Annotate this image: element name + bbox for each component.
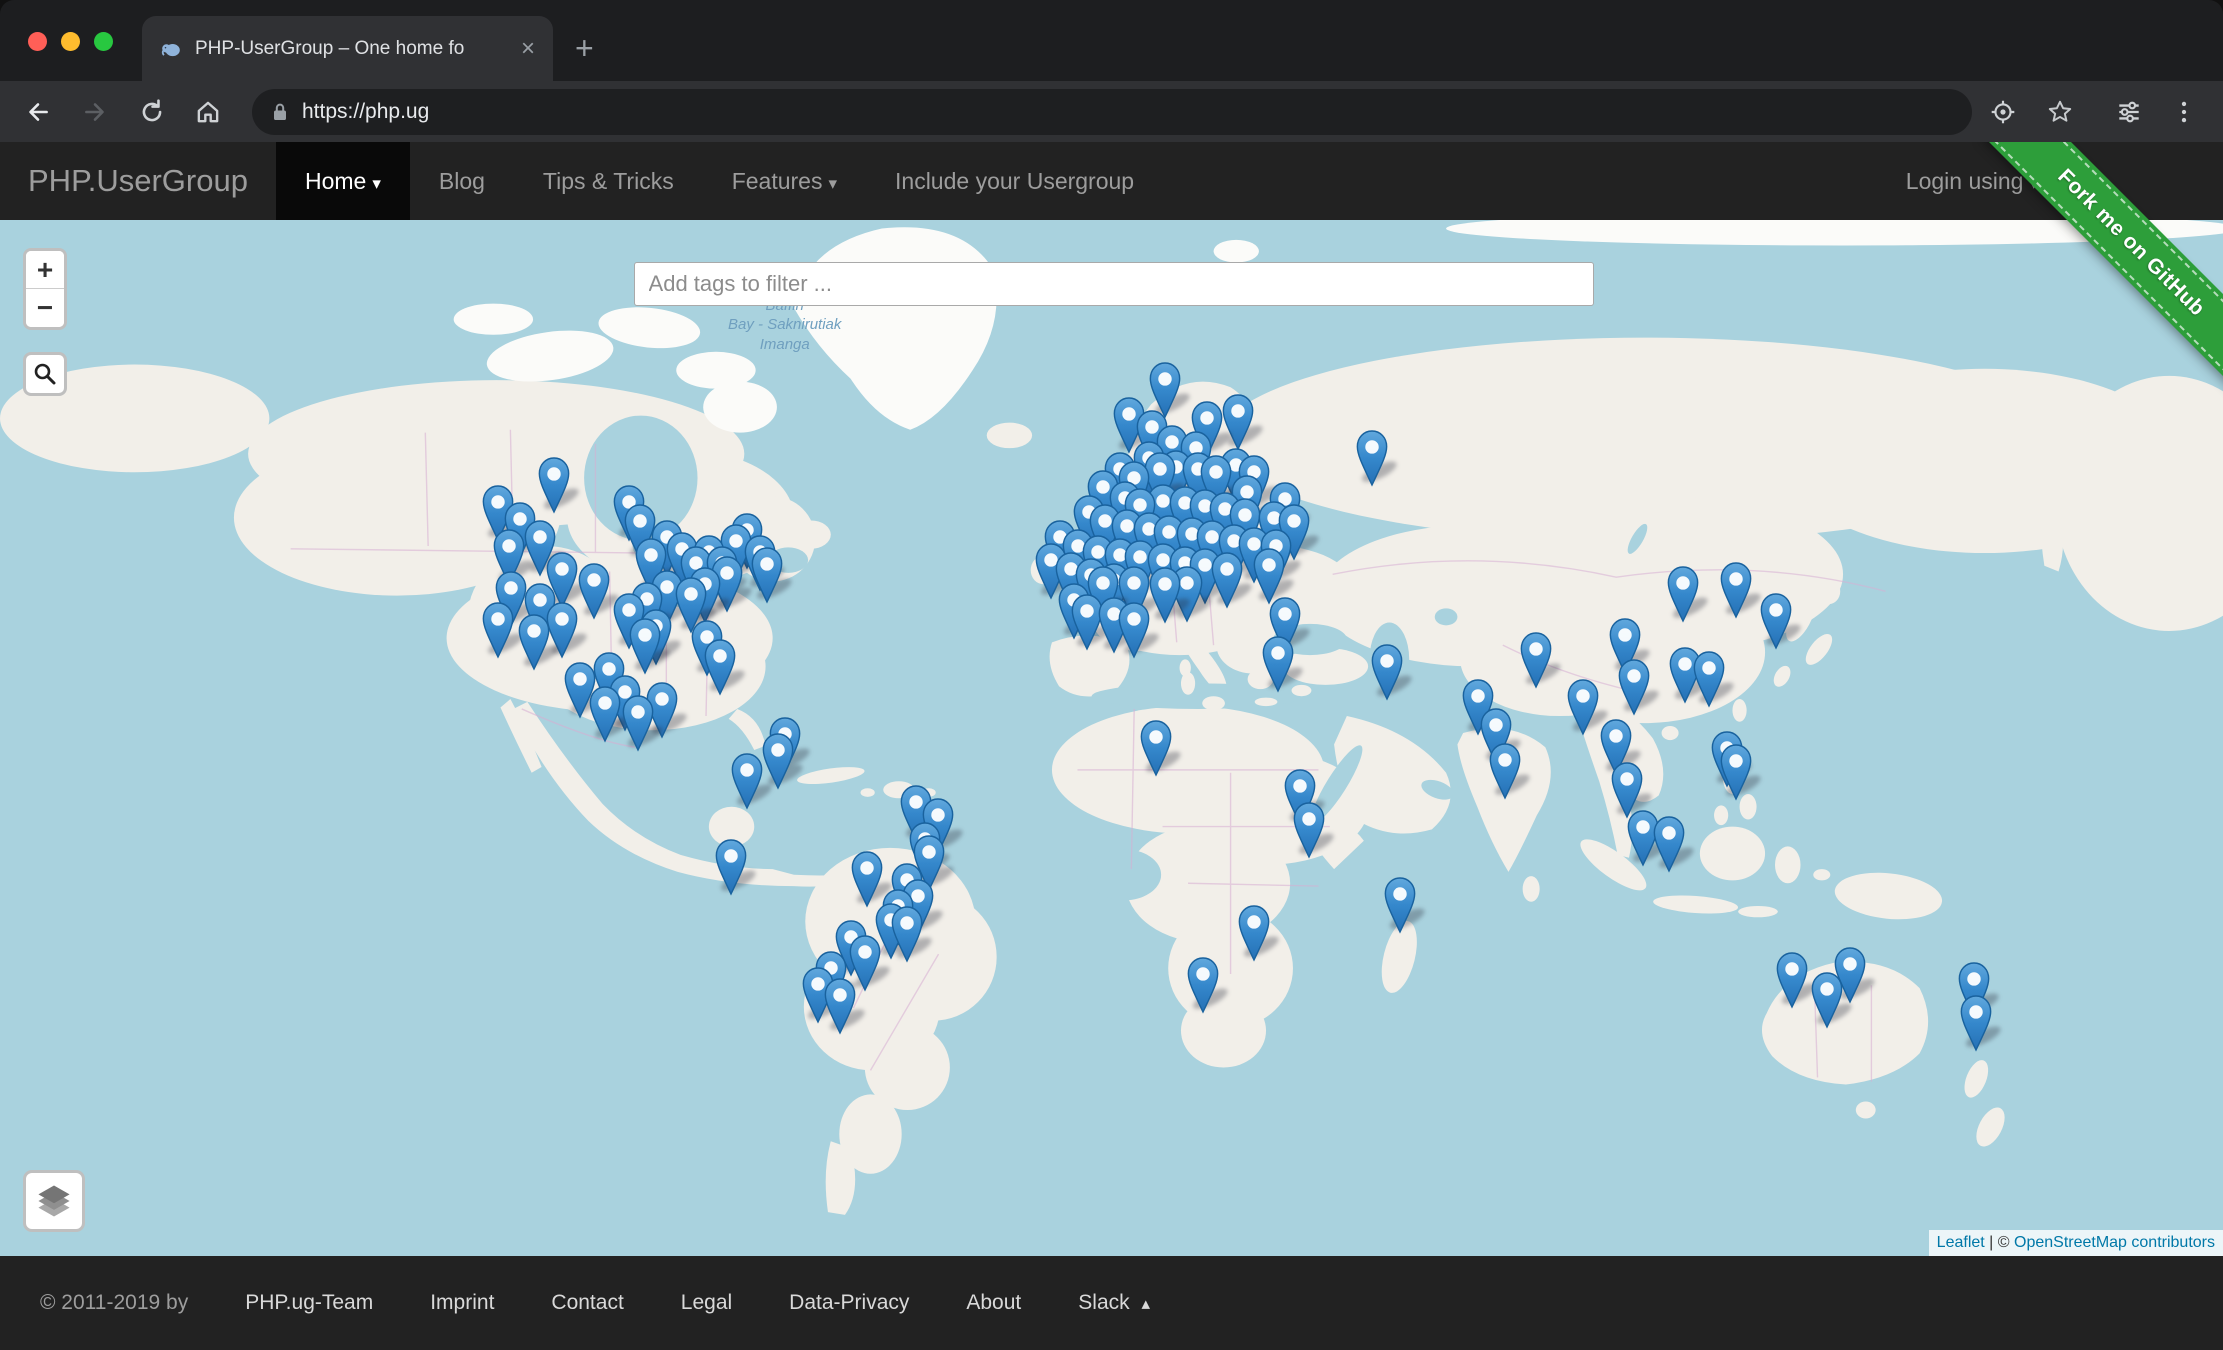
tab-favicon-elephant-icon bbox=[160, 38, 182, 60]
leaflet-link[interactable]: Leaflet bbox=[1937, 1234, 1985, 1251]
map-marker[interactable] bbox=[1354, 428, 1390, 488]
footer-link-contact[interactable]: Contact bbox=[551, 1291, 623, 1315]
map-marker[interactable] bbox=[516, 612, 552, 672]
map-marker[interactable] bbox=[1209, 550, 1245, 610]
chevron-down-icon: ▾ bbox=[372, 174, 381, 193]
browser-tab[interactable]: PHP-UserGroup – One home fo × bbox=[142, 16, 553, 81]
map-marker[interactable] bbox=[1260, 634, 1296, 694]
site-navbar: PHP.UserGroup Home▾ Blog Tips & Tricks F… bbox=[0, 142, 2223, 220]
map-marker[interactable] bbox=[1809, 970, 1845, 1030]
search-icon bbox=[32, 361, 58, 387]
nav-item-blog[interactable]: Blog bbox=[410, 142, 514, 220]
footer-link-data-privacy[interactable]: Data-Privacy bbox=[789, 1291, 909, 1315]
map-marker[interactable] bbox=[749, 545, 785, 605]
map-marker[interactable] bbox=[822, 976, 858, 1036]
site-footer: © 2011-2019 by PHP.ug-Team Imprint Conta… bbox=[0, 1256, 2223, 1350]
fullscreen-window-button[interactable] bbox=[94, 32, 113, 51]
map-canvas[interactable]: Baffin Bay - Saknirutiak Imanga + − Leaf… bbox=[0, 220, 2223, 1256]
layers-control-button[interactable] bbox=[23, 1170, 85, 1232]
map-marker[interactable] bbox=[620, 693, 656, 753]
footer-link-team[interactable]: PHP.ug-Team bbox=[245, 1291, 373, 1315]
map-marker[interactable] bbox=[587, 684, 623, 744]
copyright-text: © 2011-2019 by bbox=[40, 1291, 188, 1315]
nav-item-home[interactable]: Home▾ bbox=[276, 142, 410, 220]
map-marker[interactable] bbox=[1147, 565, 1183, 625]
traffic-lights bbox=[28, 32, 113, 51]
map-marker[interactable] bbox=[1382, 875, 1418, 935]
tab-close-icon[interactable]: × bbox=[521, 37, 535, 61]
close-window-button[interactable] bbox=[28, 32, 47, 51]
map-marker[interactable] bbox=[1138, 718, 1174, 778]
map-marker[interactable] bbox=[713, 837, 749, 897]
nav-item-features[interactable]: Features▾ bbox=[703, 142, 866, 220]
reload-icon[interactable] bbox=[138, 98, 166, 126]
map-marker[interactable] bbox=[1369, 642, 1405, 702]
map-marker[interactable] bbox=[889, 904, 925, 964]
forward-icon[interactable] bbox=[81, 98, 109, 126]
map-marker[interactable] bbox=[576, 561, 612, 621]
tune-sliders-icon[interactable] bbox=[2115, 98, 2143, 126]
address-bar[interactable]: https://php.ug bbox=[252, 89, 1972, 135]
footer-link-legal[interactable]: Legal bbox=[681, 1291, 732, 1315]
browser-toolbar: https://php.ug bbox=[0, 81, 2223, 142]
tab-strip: PHP-UserGroup – One home fo × + bbox=[0, 0, 2223, 81]
map-marker[interactable] bbox=[729, 751, 765, 811]
map-marker[interactable] bbox=[1758, 591, 1794, 651]
map-marker[interactable] bbox=[1691, 649, 1727, 709]
map-marker[interactable] bbox=[702, 637, 738, 697]
map-marker[interactable] bbox=[1116, 600, 1152, 660]
chevron-down-icon: ▾ bbox=[828, 174, 837, 193]
brand[interactable]: PHP.UserGroup bbox=[0, 142, 276, 220]
osm-link[interactable]: OpenStreetMap contributors bbox=[2014, 1234, 2215, 1251]
nav-item-include-usergroup[interactable]: Include your Usergroup bbox=[866, 142, 1163, 220]
url-text: https://php.ug bbox=[302, 100, 429, 124]
marker-layer bbox=[0, 220, 2223, 1256]
map-marker[interactable] bbox=[1565, 677, 1601, 737]
zoom-out-button[interactable]: − bbox=[26, 289, 64, 327]
map-attribution: Leaflet | © OpenStreetMap contributors bbox=[1929, 1230, 2223, 1256]
map-search-button[interactable] bbox=[23, 352, 67, 396]
back-icon[interactable] bbox=[24, 98, 52, 126]
zoom-control: + − bbox=[23, 248, 67, 330]
map-marker[interactable] bbox=[1651, 814, 1687, 874]
footer-link-slack[interactable]: Slack ▴ bbox=[1078, 1291, 1150, 1315]
browser-window: PHP-UserGroup – One home fo × + https://… bbox=[0, 0, 2223, 1350]
zoom-in-button[interactable]: + bbox=[26, 251, 64, 289]
map-marker[interactable] bbox=[627, 616, 663, 676]
new-tab-button[interactable]: + bbox=[575, 32, 594, 64]
map-marker[interactable] bbox=[1616, 657, 1652, 717]
map-marker[interactable] bbox=[1487, 741, 1523, 801]
map-marker[interactable] bbox=[1718, 560, 1754, 620]
target-icon[interactable] bbox=[1989, 98, 2017, 126]
map-marker[interactable] bbox=[536, 455, 572, 515]
map-marker[interactable] bbox=[760, 731, 796, 791]
lock-icon bbox=[270, 101, 290, 123]
chevron-up-icon: ▴ bbox=[1141, 1294, 1150, 1313]
tag-filter-input[interactable] bbox=[634, 262, 1594, 306]
home-icon[interactable] bbox=[194, 98, 222, 126]
minimize-window-button[interactable] bbox=[61, 32, 80, 51]
map-marker[interactable] bbox=[1774, 950, 1810, 1010]
map-marker[interactable] bbox=[1958, 993, 1994, 1053]
kebab-menu-icon[interactable] bbox=[2170, 98, 2198, 126]
footer-link-imprint[interactable]: Imprint bbox=[430, 1291, 494, 1315]
map-marker[interactable] bbox=[1291, 800, 1327, 860]
map-marker[interactable] bbox=[1236, 903, 1272, 963]
map-marker[interactable] bbox=[1185, 955, 1221, 1015]
login-using-menu[interactable]: Login using▾ bbox=[1906, 142, 2038, 220]
map-marker[interactable] bbox=[1665, 564, 1701, 624]
map-marker[interactable] bbox=[1518, 630, 1554, 690]
footer-link-about[interactable]: About bbox=[966, 1291, 1021, 1315]
layers-icon bbox=[34, 1181, 74, 1221]
tab-title: PHP-UserGroup – One home fo bbox=[195, 38, 505, 60]
chevron-down-icon: ▾ bbox=[2029, 174, 2038, 193]
bookmark-star-icon[interactable] bbox=[2046, 98, 2074, 126]
nav-item-tips-tricks[interactable]: Tips & Tricks bbox=[514, 142, 703, 220]
map-marker[interactable] bbox=[1718, 742, 1754, 802]
map-marker[interactable] bbox=[480, 600, 516, 660]
